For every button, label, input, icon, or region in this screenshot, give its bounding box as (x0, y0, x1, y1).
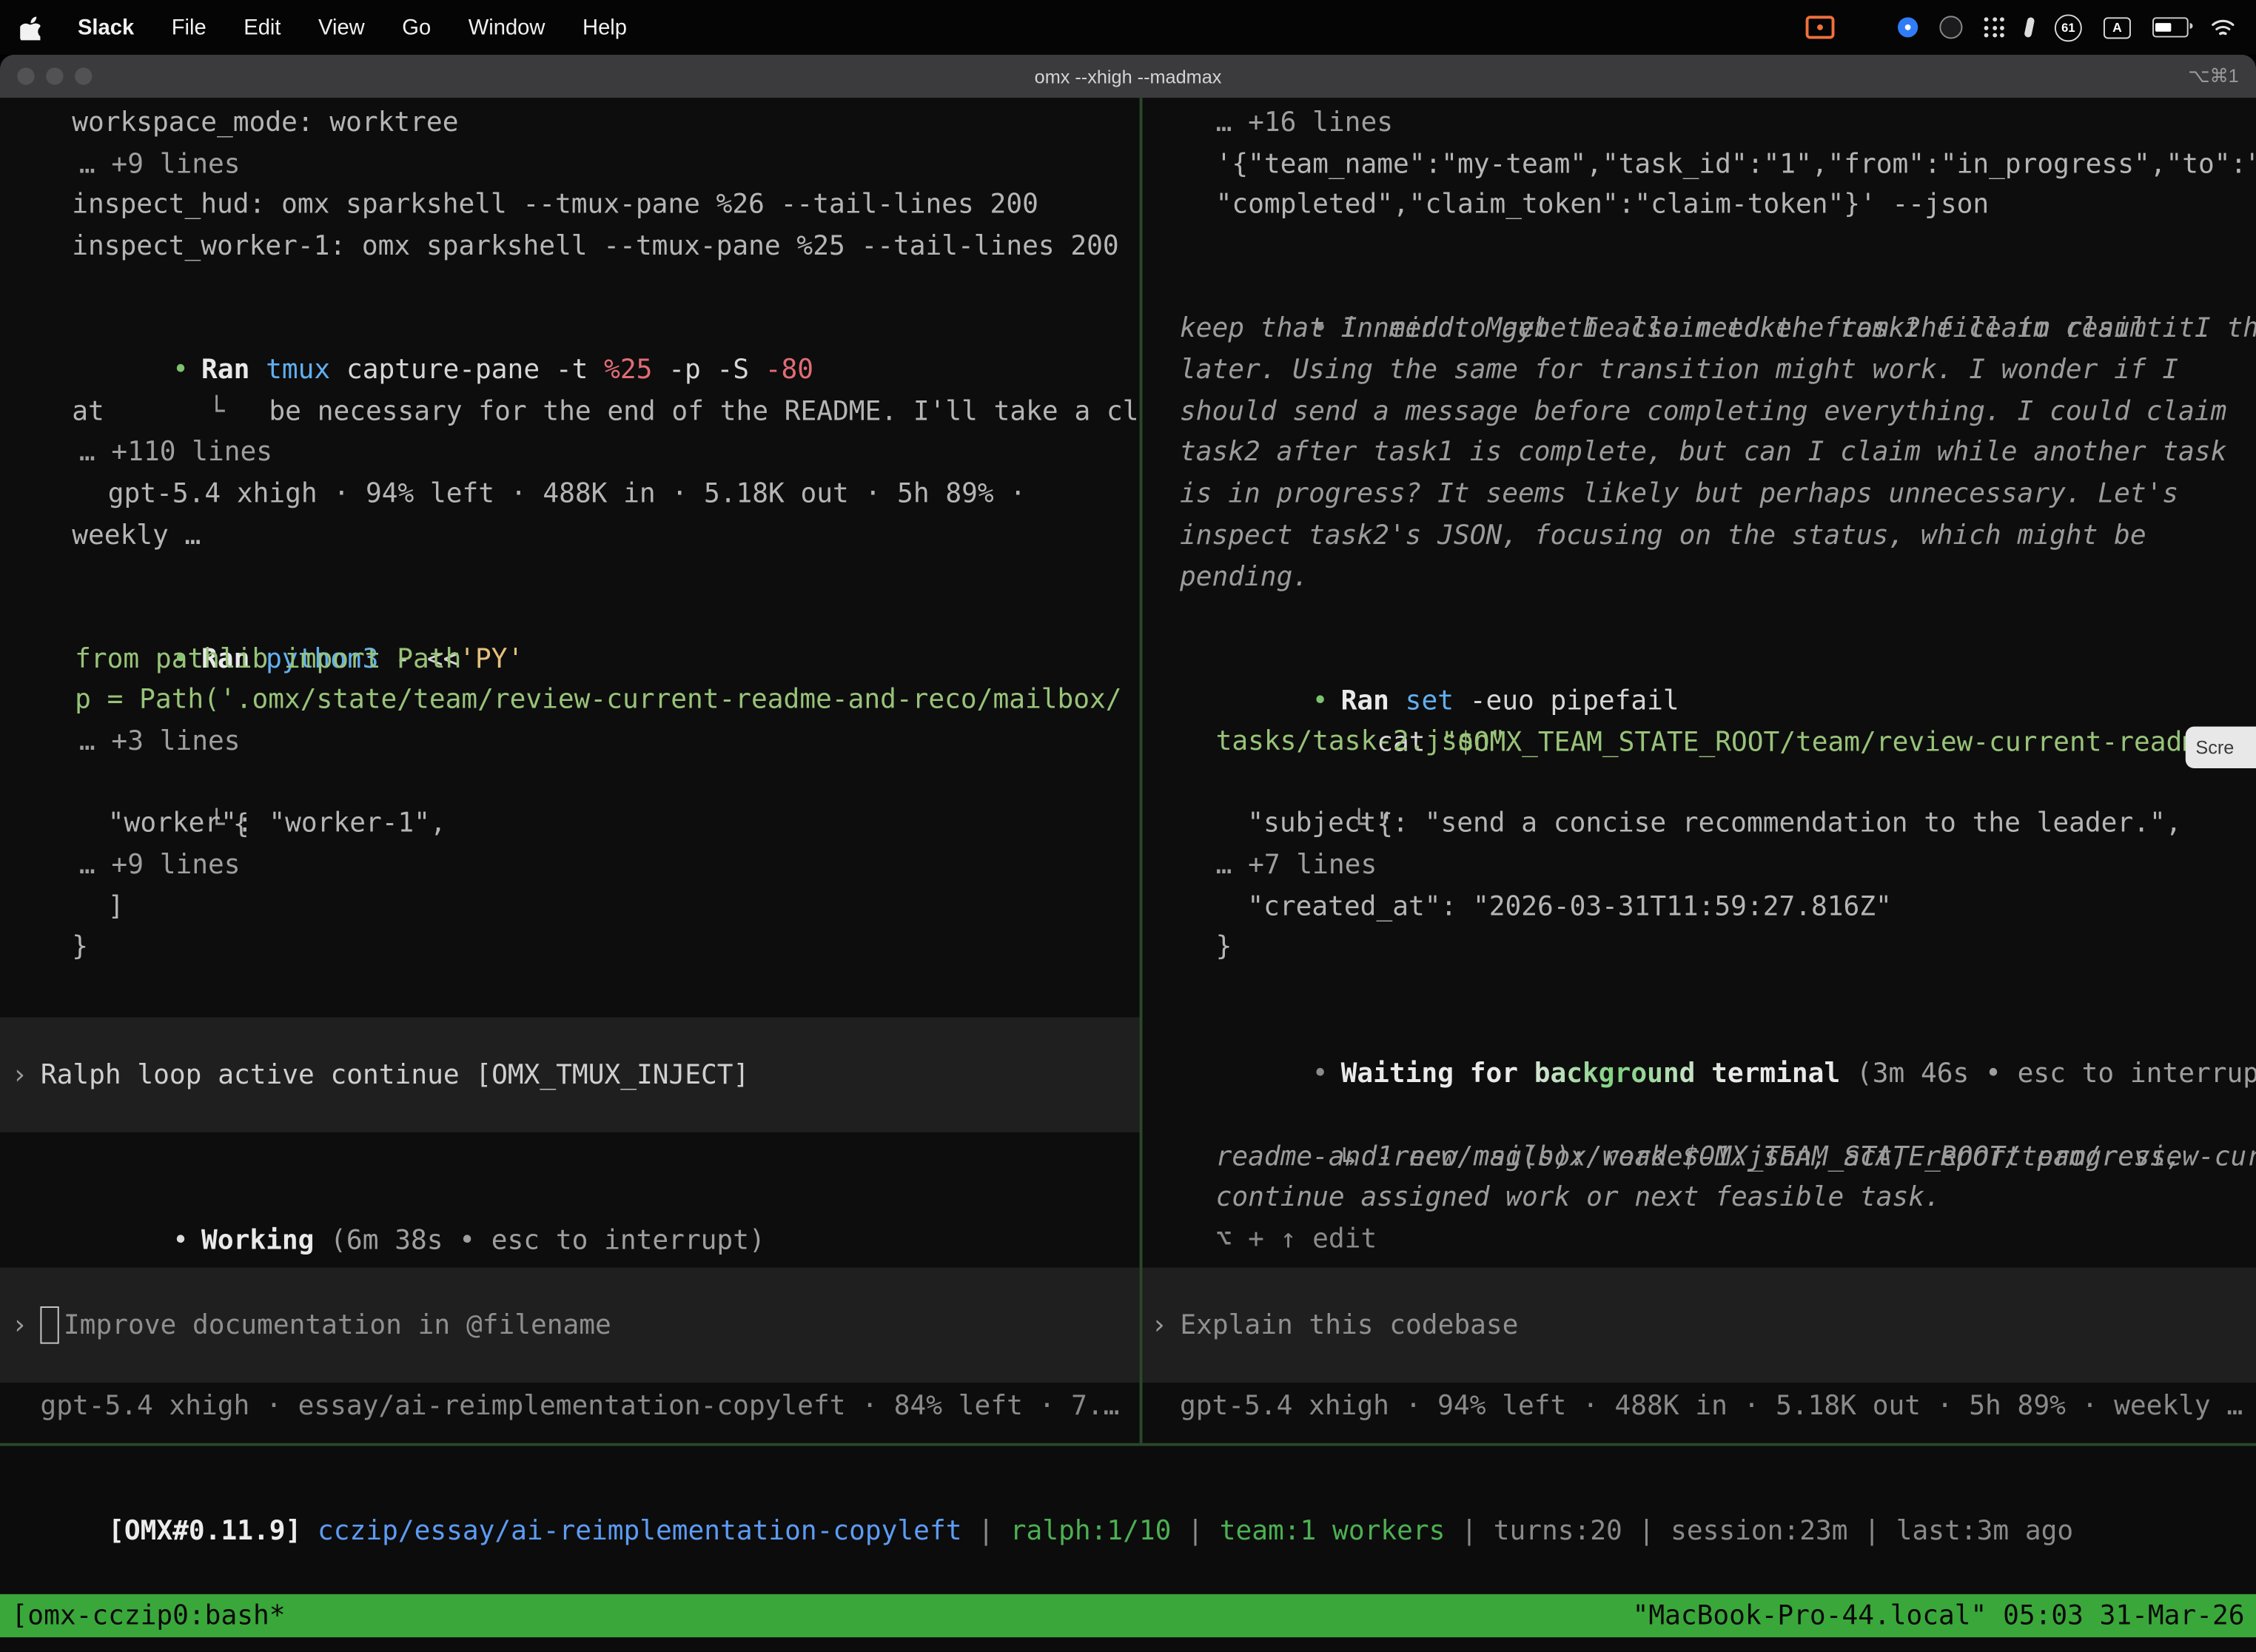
tmux-host-clock: "MacBook-Pro-44.local" 05:03 31-Mar-26 (1633, 1601, 2245, 1631)
menu-item-window[interactable]: Window (469, 15, 545, 39)
recording-dot (1817, 24, 1823, 30)
chevron-icon: › (1151, 1310, 1167, 1340)
command-line: tasks/task-2.json" (1216, 722, 1506, 764)
battery-gauge-icon[interactable]: 61 (2055, 13, 2082, 41)
thinking-line: later. Using the same for transition mig… (1180, 351, 2178, 392)
collapsed-lines-note: … +16 lines (1216, 104, 1393, 145)
menu-item-edit[interactable]: Edit (244, 15, 281, 39)
screen-sharing-tab[interactable]: Scre (2186, 727, 2256, 768)
tmux-terminal: workspace_mode: worktree … +9 lines insp… (0, 98, 2256, 1446)
collapsed-lines-note: … +9 lines (79, 846, 241, 887)
thinking-line: pending. (1180, 558, 1309, 600)
thinking-line: should send a message before completing … (1180, 393, 2226, 434)
prompt-placeholder: Improve documentation in @filename (64, 1310, 611, 1340)
tmux-session-window: [omx-cczip0:bash* (12, 1601, 286, 1631)
omx-turns: turns:20 (1494, 1516, 1622, 1546)
menu-left: Slack File Edit View Go Window Help (20, 15, 627, 39)
terminal-window: omx --xhigh --madmax ⌥⌘1 workspace_mode:… (0, 55, 2256, 1652)
collapsed-lines-note: … +9 lines (79, 145, 241, 187)
collapsed-lines-note: … +110 lines (79, 433, 272, 474)
window-shortcut-hint: ⌥⌘1 (2188, 55, 2238, 98)
omx-last-activity: last:3m ago (1896, 1516, 2073, 1546)
dots-grid-icon[interactable] (1984, 17, 2004, 37)
apple-logo-icon[interactable] (20, 15, 40, 39)
collapsed-lines-note: … +7 lines (1216, 846, 1377, 887)
tmux-status-bar: [omx-cczip0:bash* "MacBook-Pro-44.local"… (0, 1594, 2256, 1637)
output-line: } (1216, 928, 1232, 970)
omx-branch: cczip/essay/ai-reimplementation-copyleft (301, 1516, 961, 1546)
output-line: "worker": "worker-1", (108, 805, 446, 846)
code-line: p = Path('.omx/state/team/review-current… (75, 680, 1121, 722)
window-title: omx --xhigh --madmax (0, 55, 2256, 98)
bullet-icon: • (172, 1221, 201, 1263)
output-line: } (72, 928, 88, 970)
clip-icon[interactable] (2024, 17, 2035, 38)
model-status-line: gpt-5.4 xhigh · 94% left · 488K in · 5.1… (1180, 1387, 2243, 1428)
chevron-icon: › (12, 1310, 28, 1340)
input-source-icon[interactable]: A (2104, 16, 2131, 38)
mailbox-note-line: continue assigned work or next feasible … (1216, 1178, 1941, 1220)
menu-item-go[interactable]: Go (402, 15, 431, 39)
battery-nub (2190, 22, 2193, 28)
output-line: "completed","claim_token":"claim-token"}… (1216, 186, 1990, 227)
battery-icon[interactable] (2152, 17, 2189, 37)
ralph-loop-text: Ralph loop active continue [OMX_TMUX_INJ… (41, 1060, 749, 1090)
wifi-icon[interactable] (2210, 17, 2236, 37)
thinking-line: task2 after task1 is complete, but can I… (1180, 433, 2226, 474)
menu-status-icons: 61 A (1806, 13, 2236, 41)
config-line: inspect_hud: omx sparkshell --tmux-pane … (72, 186, 1038, 227)
left-terminal-pane: workspace_mode: worktree … +9 lines insp… (0, 98, 1140, 1443)
battery-fill (2155, 23, 2171, 32)
collapsed-lines-note: … +3 lines (79, 722, 241, 764)
menu-item-file[interactable]: File (172, 15, 207, 39)
screen: Slack File Edit View Go Window Help 61 A (0, 0, 2256, 1652)
output-line: gpt-5.4 xhigh · 94% left · 488K in · 5.1… (108, 474, 1026, 516)
bullet-icon: • (1312, 1054, 1341, 1095)
output-corner-icon: └ (209, 392, 269, 434)
prompt-placeholder: Explain this codebase (1180, 1310, 1518, 1340)
config-line: inspect_worker-1: omx sparkshell --tmux-… (72, 227, 1118, 269)
omx-version: [OMX#0.11.9] (108, 1516, 301, 1546)
prompt-input-right[interactable]: › Explain this codebase (1142, 1268, 2256, 1383)
menu-app-name[interactable]: Slack (78, 15, 134, 39)
terminal-app-icon[interactable] (1939, 16, 1962, 38)
omx-team-workers: team:1 workers (1220, 1516, 1446, 1546)
thinking-line: keep that in mind. Maybe I also need the… (1180, 309, 2195, 351)
code-line: from pathlib import Path (75, 640, 461, 682)
output-line: ] (108, 887, 124, 929)
output-line: '{"team_name":"my-team","task_id":"1","f… (1216, 145, 2256, 187)
config-line: workspace_mode: worktree (72, 104, 458, 145)
screen-recording-indicator-icon[interactable] (1806, 16, 1835, 38)
menu-item-view[interactable]: View (318, 15, 365, 39)
macos-menu-bar: Slack File Edit View Go Window Help 61 A (0, 0, 2256, 55)
menu-item-help[interactable]: Help (583, 15, 627, 39)
omx-status-line: [OMX#0.11.9] cczip/essay/ai-reimplementa… (12, 1471, 2074, 1594)
chevron-icon: › (12, 1060, 28, 1090)
prompt-input-left[interactable]: › Improve documentation in @filename (0, 1268, 1140, 1383)
window-manager-icon[interactable] (1856, 19, 1876, 36)
text-cursor (41, 1306, 59, 1344)
thinking-line: is in progress? It seems likely but perh… (1180, 474, 2178, 516)
ralph-loop-banner: › Ralph loop active continue [OMX_TMUX_I… (0, 1017, 1140, 1132)
edit-shortcut-hint: ⌥ + ↑ edit (1216, 1220, 1377, 1261)
right-terminal-pane: … +16 lines '{"team_name":"my-team","tas… (1142, 98, 2256, 1443)
blue-app-icon[interactable] (1898, 17, 1918, 37)
omx-ralph-counter: ralph:1/10 (1010, 1516, 1172, 1546)
omx-session-time: session:23m (1671, 1516, 1847, 1546)
mailbox-note-line: readme-and-reco/mailbox/worker-1.json, a… (1216, 1138, 2183, 1180)
output-line: "subject": "send a concise recommendatio… (1247, 805, 2181, 846)
thinking-line: inspect task2's JSON, focusing on the st… (1180, 517, 2146, 558)
output-line: at (72, 393, 104, 434)
model-status-line: gpt-5.4 xhigh · essay/ai-reimplementatio… (40, 1387, 1119, 1428)
output-line: weekly … (72, 517, 201, 558)
window-titlebar: omx --xhigh --madmax ⌥⌘1 (0, 55, 2256, 99)
output-line: "created_at": "2026-03-31T11:59:27.816Z" (1247, 887, 1891, 929)
